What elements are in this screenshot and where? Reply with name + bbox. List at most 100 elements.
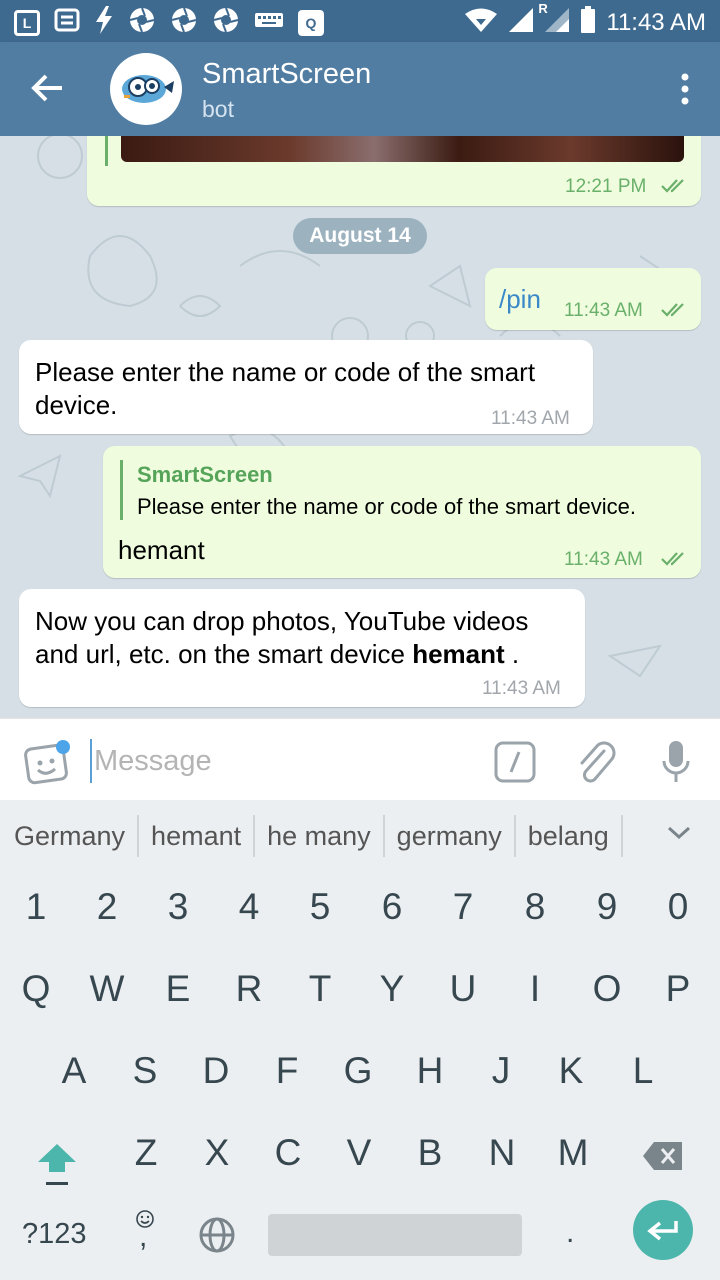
keyboard-row-2: A S D F G H J K L xyxy=(0,1050,720,1092)
keyboard-icon xyxy=(254,10,284,35)
key[interactable]: Q xyxy=(0,968,72,1010)
image-preview[interactable] xyxy=(121,136,684,162)
message-time: 11:43 AM xyxy=(564,300,643,321)
chat-header: SmartScreen bot xyxy=(0,42,720,136)
chevron-down-icon xyxy=(667,826,691,840)
language-key[interactable] xyxy=(198,1216,236,1254)
keyboard-row-1: Q W E R T Y U I O P xyxy=(0,968,720,1010)
key[interactable]: S xyxy=(110,1050,180,1092)
bot-command-icon xyxy=(494,741,536,783)
key[interactable]: L xyxy=(606,1050,680,1092)
keyboard-suggestions: Germany hemant he many germany belang xyxy=(0,800,720,872)
attach-button[interactable] xyxy=(574,739,618,785)
comma-emoji-key[interactable]: , xyxy=(134,1208,160,1254)
message-text-line: and url, etc. on the smart device hemant… xyxy=(35,638,519,671)
outgoing-reply-message[interactable]: SmartScreen Please enter the name or cod… xyxy=(103,446,701,578)
key[interactable]: 9 xyxy=(572,886,642,928)
expand-suggestions-button[interactable] xyxy=(666,824,692,847)
key[interactable]: T xyxy=(284,968,356,1010)
key[interactable]: C xyxy=(252,1132,324,1174)
suggestion[interactable]: belang xyxy=(516,815,623,857)
key[interactable]: 6 xyxy=(356,886,428,928)
back-button[interactable] xyxy=(28,70,68,106)
key[interactable]: O xyxy=(572,968,642,1010)
key[interactable]: 0 xyxy=(642,886,714,928)
voice-record-button[interactable] xyxy=(660,739,692,785)
message-time: 11:43 AM xyxy=(482,678,561,699)
period-key[interactable]: . xyxy=(566,1216,574,1250)
symbols-key[interactable]: ?123 xyxy=(22,1218,87,1251)
key[interactable]: J xyxy=(466,1050,536,1092)
key[interactable]: D xyxy=(180,1050,252,1092)
key[interactable]: 1 xyxy=(0,886,72,928)
bot-command-link[interactable]: /pin xyxy=(499,283,541,316)
comma-label: , xyxy=(139,1220,148,1253)
key[interactable]: 5 xyxy=(284,886,356,928)
space-key[interactable] xyxy=(268,1214,522,1256)
double-check-icon xyxy=(661,552,684,566)
key[interactable]: R xyxy=(214,968,284,1010)
message-text: hemant xyxy=(118,535,205,565)
incoming-message[interactable]: Now you can drop photos, YouTube videos … xyxy=(19,589,585,707)
key[interactable]: E xyxy=(142,968,214,1010)
key[interactable]: N xyxy=(466,1132,538,1174)
suggestion[interactable]: Germany xyxy=(0,815,140,857)
key[interactable]: I xyxy=(498,968,572,1010)
backspace-icon xyxy=(643,1142,682,1170)
message-input[interactable] xyxy=(90,739,470,783)
keyboard-row-numbers: 1 2 3 4 5 6 7 8 9 0 xyxy=(0,886,720,928)
key[interactable]: A xyxy=(38,1050,110,1092)
key[interactable]: U xyxy=(428,968,498,1010)
chat-history[interactable]: 12:21 PM August 14 /pin 11:43 AM Please … xyxy=(0,136,720,718)
key[interactable]: M xyxy=(538,1132,608,1174)
key[interactable]: Z xyxy=(110,1132,182,1174)
message-text-line: Please enter the name or code of the sma… xyxy=(35,357,536,387)
key[interactable]: B xyxy=(394,1132,466,1174)
key[interactable]: W xyxy=(72,968,142,1010)
message-text-suffix: . xyxy=(504,639,520,669)
battery-icon xyxy=(580,6,596,39)
globe-icon xyxy=(199,1217,235,1253)
key[interactable]: 3 xyxy=(142,886,214,928)
key[interactable]: 7 xyxy=(428,886,498,928)
date-separator: August 14 xyxy=(293,218,427,254)
bot-command-button[interactable] xyxy=(494,741,536,783)
key[interactable]: V xyxy=(324,1132,394,1174)
sticker-button[interactable] xyxy=(24,739,72,787)
arrow-left-icon xyxy=(31,74,62,102)
chat-title[interactable]: SmartScreen xyxy=(202,58,371,91)
suggestion[interactable]: hemant xyxy=(139,815,256,857)
key[interactable]: X xyxy=(182,1132,252,1174)
more-menu-button[interactable] xyxy=(680,72,690,106)
key[interactable]: 8 xyxy=(498,886,572,928)
enter-key[interactable] xyxy=(633,1200,693,1260)
reply-author[interactable]: SmartScreen xyxy=(137,462,273,488)
backspace-key[interactable] xyxy=(642,1140,684,1172)
key[interactable]: F xyxy=(252,1050,322,1092)
flash-icon xyxy=(94,6,114,39)
notification-icons: L Q xyxy=(14,6,324,39)
outgoing-image-message[interactable]: 12:21 PM xyxy=(87,136,701,206)
key[interactable]: 4 xyxy=(214,886,284,928)
message-composer xyxy=(0,718,720,800)
suggestion[interactable]: germany xyxy=(385,815,516,857)
status-right: R 11:43 AM xyxy=(464,1,706,39)
suggestion[interactable]: he many xyxy=(255,815,385,857)
on-screen-keyboard: 1 2 3 4 5 6 7 8 9 0 Q W E R T Y U I O P … xyxy=(0,872,720,1280)
key[interactable]: P xyxy=(642,968,714,1010)
mic-icon xyxy=(662,741,690,782)
message-time: 12:21 PM xyxy=(565,176,647,197)
key[interactable]: 2 xyxy=(72,886,142,928)
reply-quote[interactable]: Please enter the name or code of the sma… xyxy=(137,494,636,520)
avatar[interactable] xyxy=(110,53,182,125)
key[interactable]: Y xyxy=(356,968,428,1010)
key[interactable]: G xyxy=(322,1050,394,1092)
key[interactable]: H xyxy=(394,1050,466,1092)
outgoing-message[interactable]: /pin 11:43 AM xyxy=(485,268,701,330)
reply-accent-line xyxy=(120,460,123,520)
incoming-message[interactable]: Please enter the name or code of the sma… xyxy=(19,340,593,434)
enter-arrow-icon xyxy=(647,1221,678,1241)
key[interactable]: K xyxy=(536,1050,606,1092)
signal-icon xyxy=(508,7,534,38)
bot-logo-icon xyxy=(122,75,174,103)
